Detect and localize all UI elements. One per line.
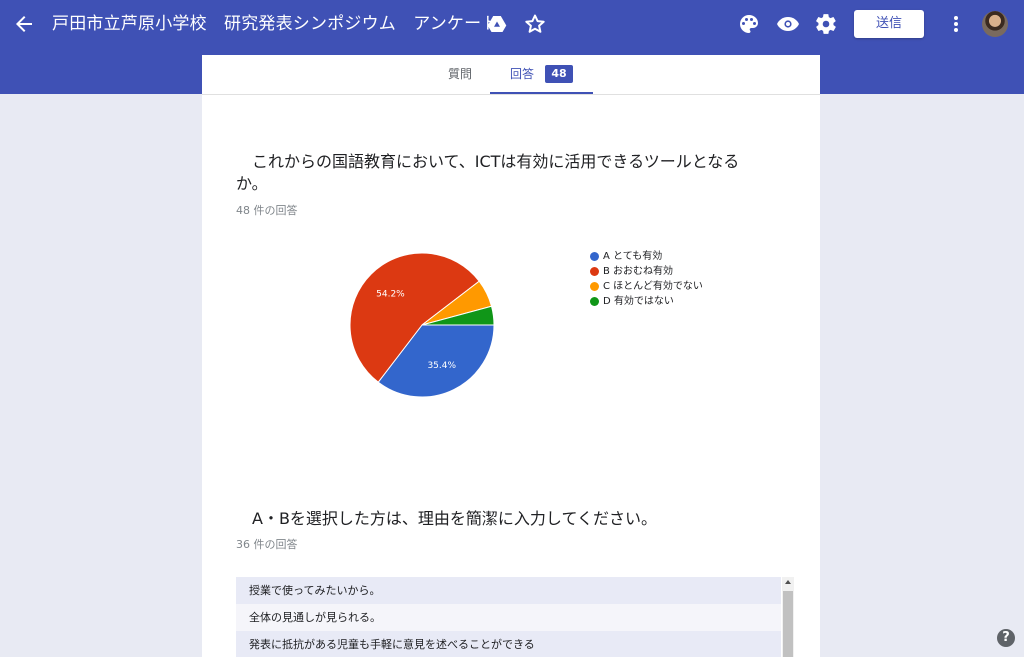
legend-label-c: C ほとんど有効でない bbox=[603, 281, 703, 292]
responses-count-badge: 48 bbox=[545, 65, 573, 83]
pie-data-label: 35.4% bbox=[427, 361, 456, 371]
tab-bar: 質問 回答 48 bbox=[202, 55, 820, 95]
tab-questions[interactable]: 質問 bbox=[448, 55, 472, 94]
send-button[interactable]: 送信 bbox=[854, 10, 924, 38]
chart-legend: A とても有効 B おおむね有効 C ほとんど有効でない D 有効ではない bbox=[590, 249, 703, 309]
scroll-up-arrow-icon[interactable] bbox=[785, 580, 791, 584]
star-icon[interactable] bbox=[523, 12, 547, 36]
question-2-title: A・Bを選択した方は、理由を簡潔に入力してください。 bbox=[252, 509, 657, 528]
legend-label-b: B おおむね有効 bbox=[603, 266, 674, 277]
legend-item-d: D 有効ではない bbox=[590, 294, 703, 309]
gear-icon[interactable] bbox=[814, 12, 838, 36]
question-1-response-count: 48 件の回答 bbox=[236, 204, 298, 217]
tab-responses-label: 回答 bbox=[510, 67, 535, 81]
pie-data-label: 54.2% bbox=[376, 289, 405, 299]
legend-item-a: A とても有効 bbox=[590, 249, 703, 264]
list-item: 発表に抵抗がある児童も手軽に意見を述べることができる bbox=[236, 631, 781, 657]
response-list: 授業で使ってみたいから。 全体の見通しが見られる。 発表に抵抗がある児童も手軽に… bbox=[236, 577, 794, 657]
tab-responses[interactable]: 回答 48 bbox=[490, 55, 593, 94]
legend-dot-d bbox=[590, 297, 599, 306]
drive-icon[interactable] bbox=[485, 12, 509, 36]
legend-label-a: A とても有効 bbox=[603, 251, 663, 262]
list-item: 全体の見通しが見られる。 bbox=[236, 604, 781, 631]
more-vert-icon[interactable] bbox=[944, 12, 968, 36]
arrow-back-icon[interactable] bbox=[12, 12, 36, 36]
legend-item-c: C ほとんど有効でない bbox=[590, 279, 703, 294]
question-2-response-count: 36 件の回答 bbox=[236, 538, 298, 551]
form-title: 戸田市立芦原小学校 研究発表シンポジウム アンケート bbox=[52, 14, 499, 34]
pie-chart: 35.4% 54.2% bbox=[349, 252, 495, 398]
responses-panel: これからの国語教育において、ICTは有効に活用できるツールとなるか。 48 件の… bbox=[202, 95, 820, 657]
eye-icon[interactable] bbox=[776, 12, 800, 36]
list-item: 授業で使ってみたいから。 bbox=[236, 577, 781, 604]
avatar[interactable] bbox=[982, 11, 1008, 37]
legend-dot-a bbox=[590, 252, 599, 261]
legend-dot-c bbox=[590, 282, 599, 291]
question-1-title: これからの国語教育において、ICTは有効に活用できるツールとなるか。 bbox=[236, 152, 740, 193]
legend-label-d: D 有効ではない bbox=[603, 296, 674, 307]
palette-icon[interactable] bbox=[737, 12, 761, 36]
legend-item-b: B おおむね有効 bbox=[590, 264, 703, 279]
help-icon[interactable]: ? bbox=[997, 629, 1015, 647]
legend-dot-b bbox=[590, 267, 599, 276]
scrollbar-thumb[interactable] bbox=[783, 591, 793, 657]
